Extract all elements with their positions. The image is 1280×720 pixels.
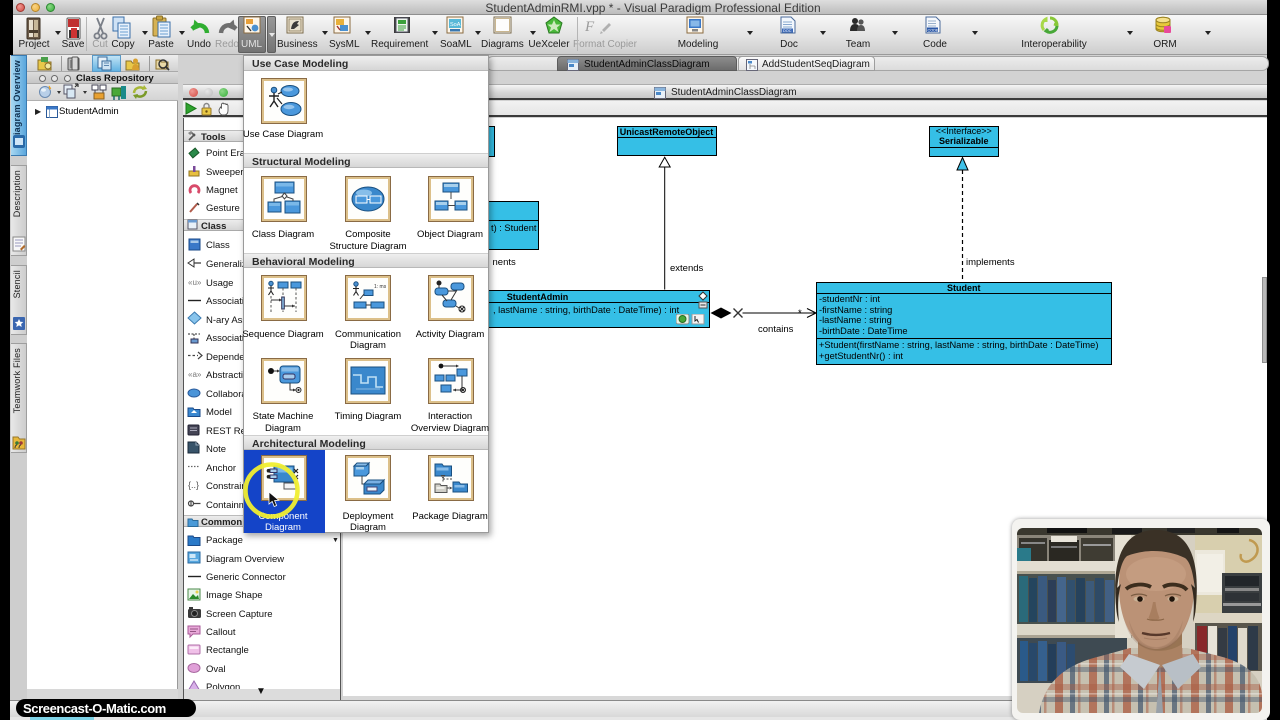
- svg-text:SoA: SoA: [450, 22, 461, 28]
- svg-text:F: F: [584, 19, 595, 35]
- svg-text:«a»: «a»: [188, 370, 202, 379]
- svg-text:{..}: {..}: [188, 480, 199, 490]
- svg-text:DOC: DOC: [783, 29, 792, 33]
- svg-text:1: msg: 1: msg: [374, 284, 386, 290]
- svg-text:CODE: CODE: [928, 29, 939, 33]
- svg-text:«u»: «u»: [188, 278, 202, 287]
